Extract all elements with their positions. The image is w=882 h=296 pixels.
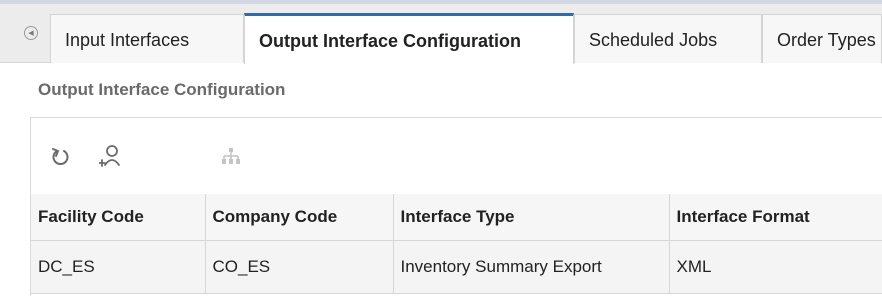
tab-label: Scheduled Jobs bbox=[589, 30, 718, 50]
tab-bar: ◀ Input Interfaces Output Interface Conf… bbox=[0, 0, 882, 64]
tab-label: Order Types bbox=[777, 30, 876, 50]
tab-input-interfaces[interactable]: Input Interfaces bbox=[50, 14, 244, 63]
table-header-row: Facility Code Company Code Interface Typ… bbox=[31, 194, 882, 241]
cell-facility-code: DC_ES bbox=[31, 239, 206, 294]
table-row[interactable]: DC_ES CO_ES Inventory Summary Export XML bbox=[31, 239, 882, 294]
section-title: Output Interface Configuration bbox=[38, 80, 286, 99]
cell-interface-format: XML bbox=[668, 239, 882, 294]
tab-label: Output Interface Configuration bbox=[259, 31, 521, 51]
add-user-icon bbox=[99, 145, 120, 167]
hierarchy-icon bbox=[222, 148, 240, 164]
tab-order-types[interactable]: Order Types bbox=[762, 14, 882, 63]
refresh-button[interactable] bbox=[48, 142, 72, 170]
column-header-interface-type[interactable]: Interface Type bbox=[392, 194, 670, 241]
cell-company-code: CO_ES bbox=[204, 239, 394, 294]
refresh-icon bbox=[52, 148, 69, 165]
scroll-left-icon[interactable]: ◀ bbox=[24, 26, 38, 40]
output-interface-table: Facility Code Company Code Interface Typ… bbox=[31, 194, 882, 294]
tab-label: Input Interfaces bbox=[65, 30, 190, 50]
column-header-interface-format[interactable]: Interface Format bbox=[668, 194, 882, 241]
column-header-company-code[interactable]: Company Code bbox=[204, 194, 394, 241]
add-user-button[interactable] bbox=[99, 142, 123, 170]
hierarchy-button[interactable] bbox=[219, 142, 243, 170]
cell-interface-type: Inventory Summary Export bbox=[392, 239, 670, 294]
tab-scheduled-jobs[interactable]: Scheduled Jobs bbox=[574, 14, 762, 63]
tab-output-interface-configuration[interactable]: Output Interface Configuration bbox=[244, 13, 574, 64]
column-header-facility-code[interactable]: Facility Code bbox=[31, 194, 206, 241]
